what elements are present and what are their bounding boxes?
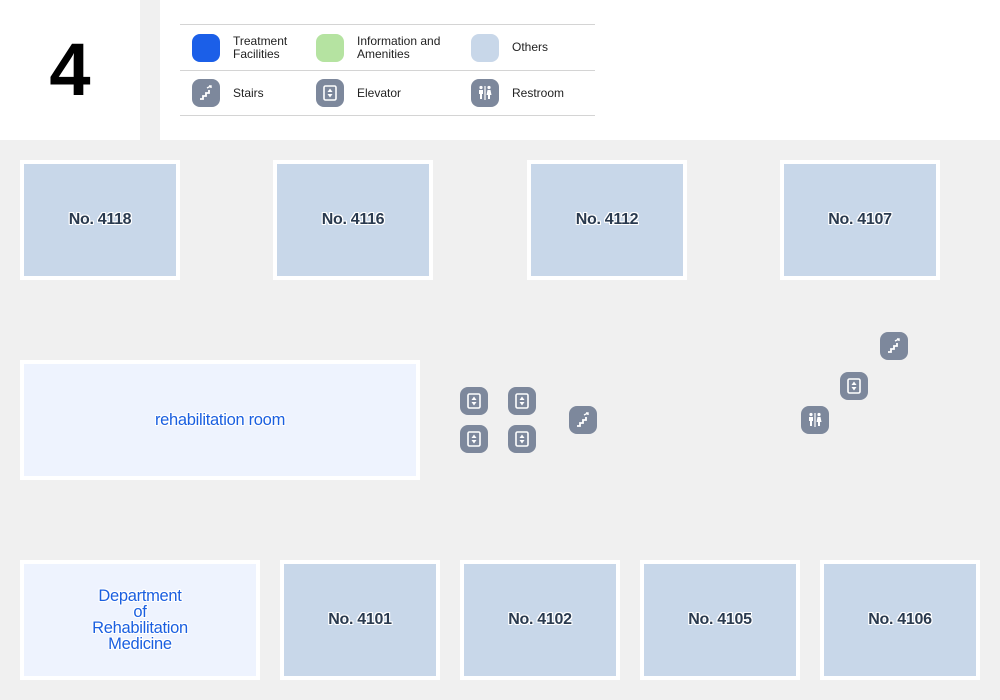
legend-item-elevator: Elevator bbox=[305, 79, 460, 107]
floor-indicator: 4 bbox=[0, 0, 140, 140]
room-label: No. 4101 bbox=[328, 611, 392, 628]
legend-label: Stairs bbox=[233, 85, 264, 100]
legend-item-restroom: Restroom bbox=[460, 79, 595, 107]
stairs-icon bbox=[192, 79, 220, 107]
room-4118[interactable]: No. 4118 bbox=[20, 160, 180, 280]
legend-label: Restroom bbox=[512, 85, 565, 100]
legend-row-categories: Treatment Facilities Information and Ameni… bbox=[180, 24, 595, 70]
elevator-icon bbox=[316, 79, 344, 107]
legend-item-others: Others bbox=[460, 33, 595, 62]
room-4101[interactable]: No. 4101 bbox=[280, 560, 440, 680]
room-4102[interactable]: No. 4102 bbox=[460, 560, 620, 680]
legend: Treatment Facilities Information and Ameni… bbox=[180, 24, 595, 116]
room-label: No. 4106 bbox=[868, 611, 932, 628]
room-label: No. 4107 bbox=[828, 211, 892, 228]
legend-row-facilities: Stairs Elevator Restroom bbox=[180, 70, 595, 116]
room-label: Department of Rehabilitation Medicine bbox=[92, 587, 188, 653]
room-4107[interactable]: No. 4107 bbox=[780, 160, 940, 280]
room-4112[interactable]: No. 4112 bbox=[527, 160, 687, 280]
legend-label: Others bbox=[512, 40, 549, 55]
room-4116[interactable]: No. 4116 bbox=[273, 160, 433, 280]
room-label: No. 4116 bbox=[321, 211, 385, 228]
room-label: No. 4105 bbox=[688, 611, 752, 628]
room-label: No. 4118 bbox=[68, 211, 132, 228]
elevator-icon[interactable] bbox=[460, 425, 488, 453]
elevator-icon[interactable] bbox=[460, 387, 488, 415]
rehabilitation-room[interactable]: rehabilitation room bbox=[20, 360, 420, 480]
elevator-icon[interactable] bbox=[508, 387, 536, 415]
legend-item-treatment: Treatment Facilities bbox=[180, 33, 305, 62]
restroom-icon[interactable] bbox=[801, 406, 829, 434]
room-4106[interactable]: No. 4106 bbox=[820, 560, 980, 680]
room-4105[interactable]: No. 4105 bbox=[640, 560, 800, 680]
treatment-swatch bbox=[192, 33, 220, 62]
floor-number: 4 bbox=[49, 28, 91, 111]
stairs-icon[interactable] bbox=[569, 406, 597, 434]
information-swatch bbox=[316, 33, 344, 62]
legend-item-stairs: Stairs bbox=[180, 79, 305, 107]
department-rehabilitation-medicine[interactable]: Department of Rehabilitation Medicine bbox=[20, 560, 260, 680]
room-label: No. 4102 bbox=[508, 611, 572, 628]
legend-item-information: Information and Amenities bbox=[305, 33, 460, 62]
legend-label: Treatment Facilities bbox=[233, 34, 288, 61]
others-swatch bbox=[471, 33, 499, 62]
room-label: No. 4112 bbox=[575, 211, 639, 228]
elevator-icon[interactable] bbox=[508, 425, 536, 453]
legend-label: Elevator bbox=[357, 85, 402, 100]
legend-panel: Treatment Facilities Information and Ameni… bbox=[160, 0, 1000, 140]
elevator-icon[interactable] bbox=[840, 372, 868, 400]
legend-label: Information and Amenities bbox=[357, 34, 441, 61]
restroom-icon bbox=[471, 79, 499, 107]
room-label: rehabilitation room bbox=[154, 411, 286, 429]
stairs-icon[interactable] bbox=[880, 332, 908, 360]
